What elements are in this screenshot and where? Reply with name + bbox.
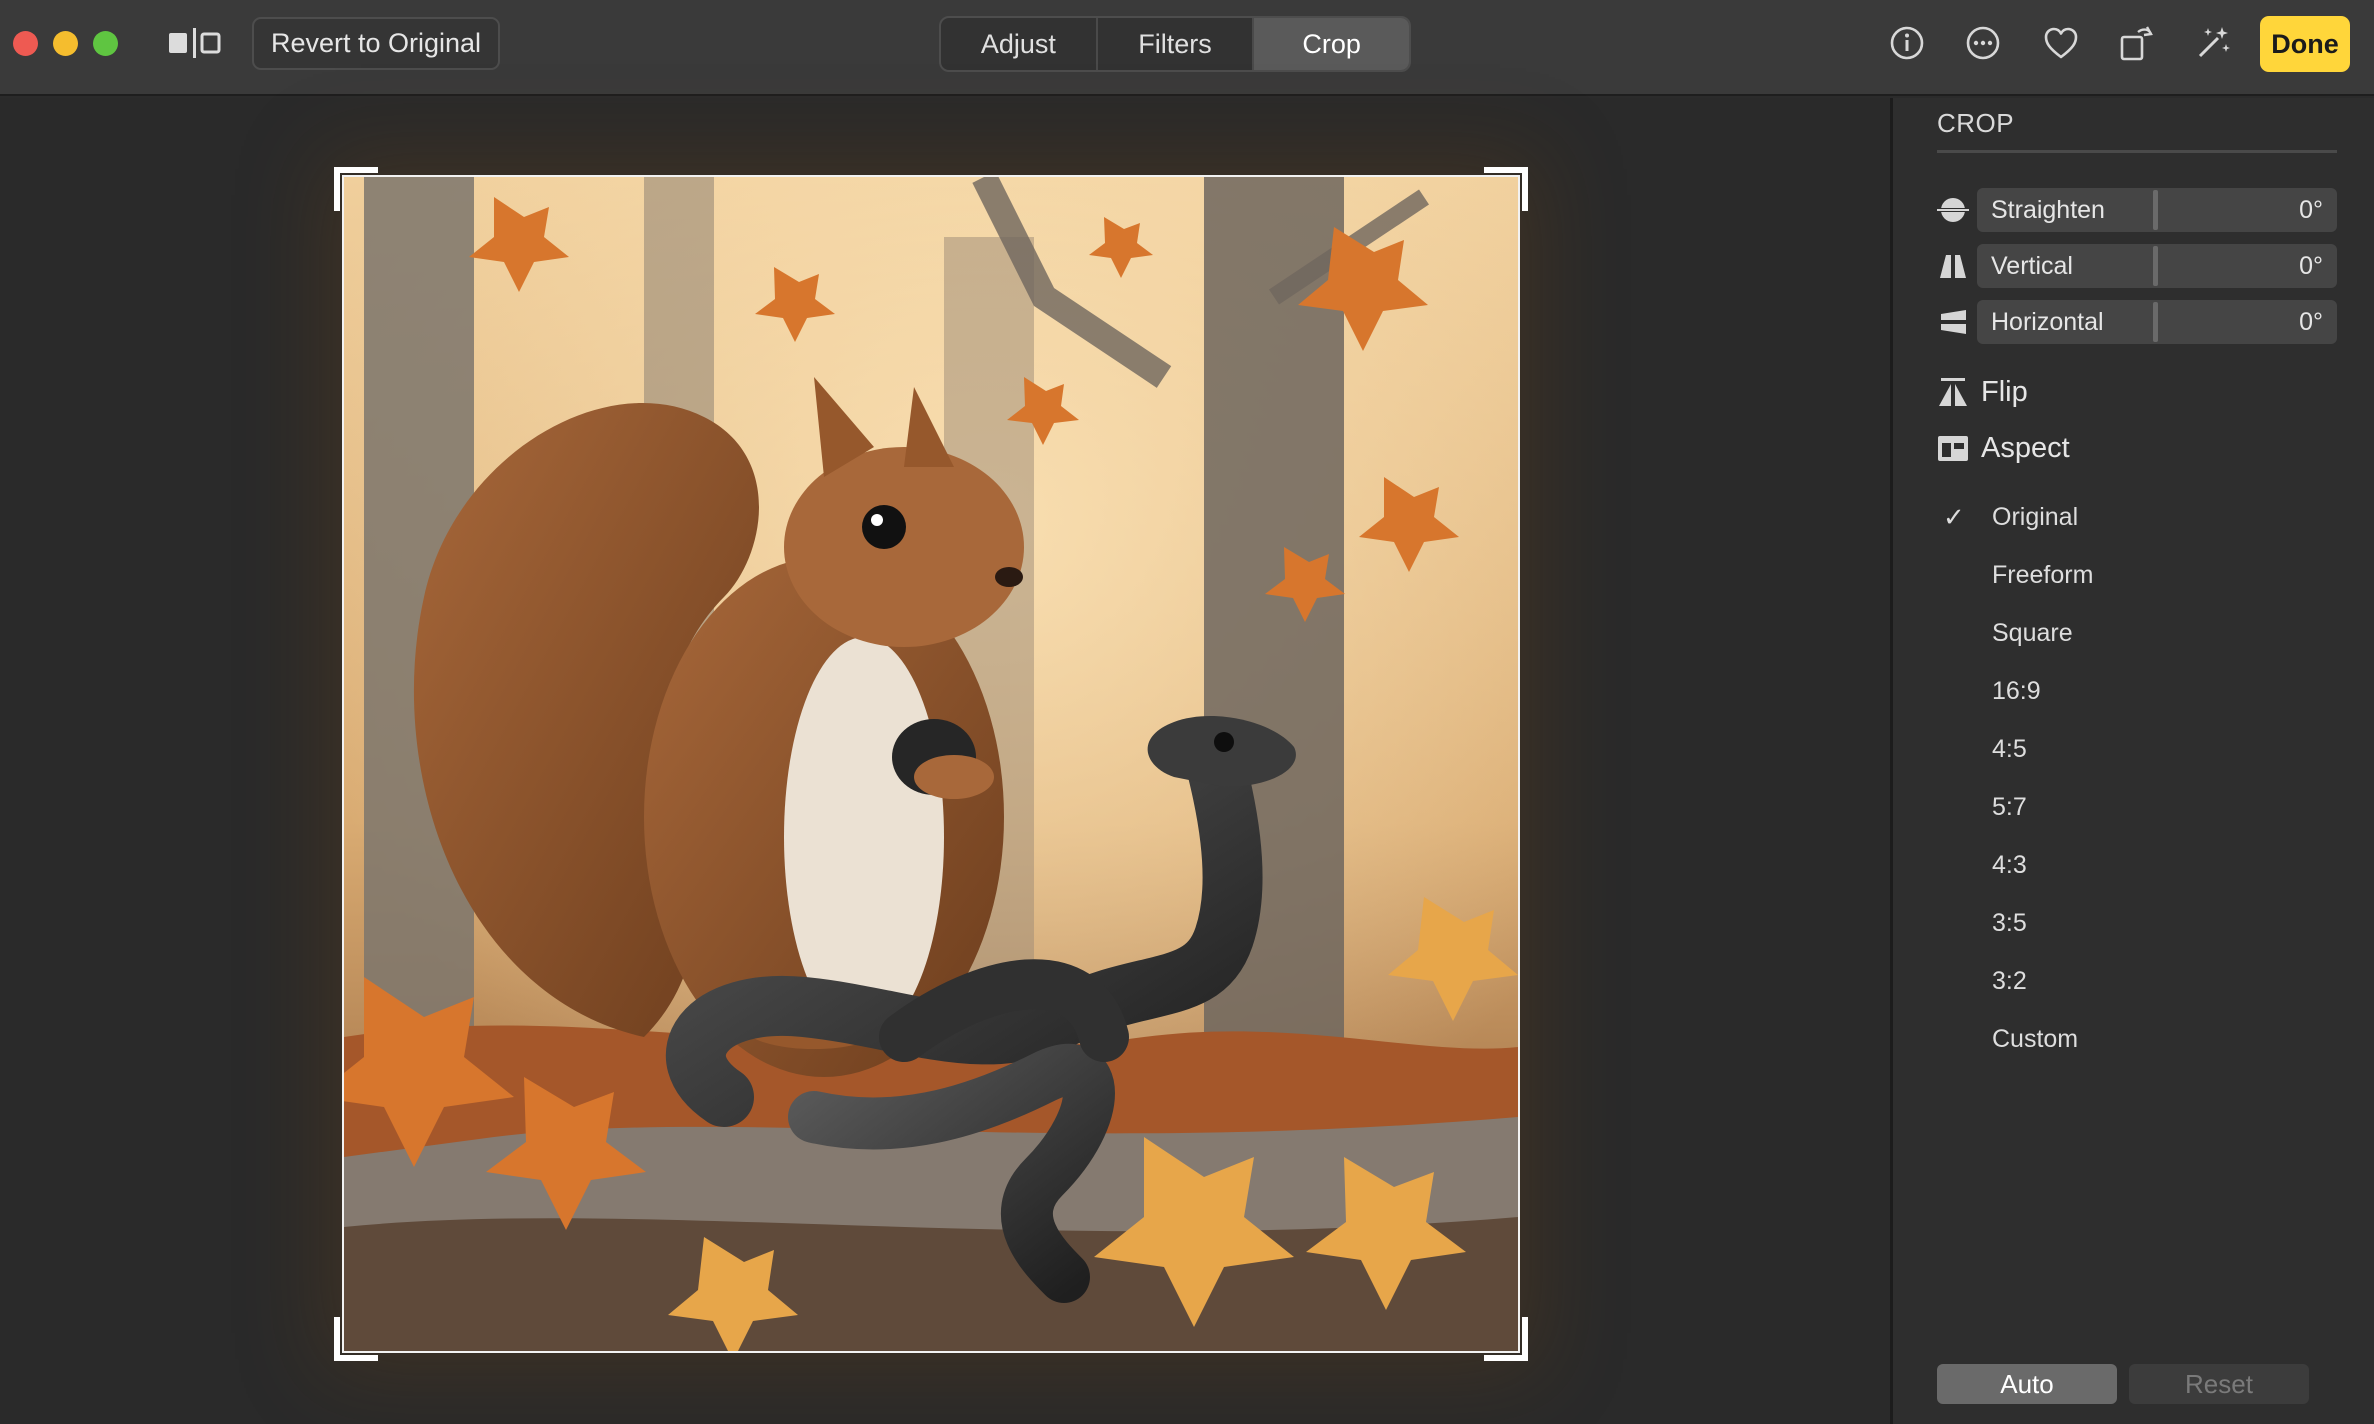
- heart-icon[interactable]: [2040, 22, 2082, 64]
- crop-sidebar: CROP Straighten 0° Vertical 0° Horizonta…: [1890, 98, 2374, 1424]
- crop-handle-top-left[interactable]: [334, 167, 378, 211]
- aspect-options: ✓ Original Freeform Square 16:9 4:5 5:7 …: [1893, 488, 2374, 1068]
- vertical-slider[interactable]: Vertical 0°: [1977, 244, 2337, 288]
- split-view-icon[interactable]: [168, 28, 222, 58]
- aspect-option-label: 3:2: [1992, 966, 2027, 995]
- aspect-option-label: 16:9: [1992, 676, 2041, 705]
- aspect-icon: [1938, 436, 1968, 461]
- crop-handle-bottom-right[interactable]: [1484, 1317, 1528, 1361]
- aspect-option-label: 4:3: [1992, 850, 2027, 879]
- divider: [1937, 150, 2337, 153]
- vertical-value: 0°: [2299, 252, 2323, 280]
- aspect-option-3-2[interactable]: 3:2: [1893, 952, 2374, 1010]
- flip-label: Flip: [1981, 375, 2028, 408]
- toolbar: Revert to Original Adjust Filters Crop D…: [0, 0, 2374, 96]
- aspect-option-square[interactable]: Square: [1893, 604, 2374, 662]
- zoom-window-button[interactable]: [93, 31, 118, 56]
- aspect-option-4-5[interactable]: 4:5: [1893, 720, 2374, 778]
- info-icon[interactable]: [1886, 22, 1928, 64]
- straighten-slider[interactable]: Straighten 0°: [1977, 188, 2337, 232]
- close-window-button[interactable]: [13, 31, 38, 56]
- aspect-option-label: 3:5: [1992, 908, 2027, 937]
- sidebar-title: CROP: [1937, 108, 2015, 138]
- photo-squirrel-and-snake: [342, 175, 1520, 1353]
- aspect-option-label: Freeform: [1992, 560, 2094, 589]
- checkmark-icon: ✓: [1943, 501, 1965, 532]
- straighten-label: Straighten: [1991, 196, 2105, 224]
- vertical-label: Vertical: [1991, 252, 2073, 280]
- crop-frame[interactable]: [334, 167, 1528, 1361]
- aspect-option-4-3[interactable]: 4:3: [1893, 836, 2374, 894]
- aspect-option-16-9[interactable]: 16:9: [1893, 662, 2374, 720]
- tab-crop[interactable]: Crop: [1254, 18, 1409, 70]
- straighten-icon: [1937, 196, 1969, 224]
- straighten-slider-row: Straighten 0°: [1937, 188, 2337, 232]
- crop-handle-top-right[interactable]: [1484, 167, 1528, 211]
- aspect-option-label: 4:5: [1992, 734, 2027, 763]
- horizontal-label: Horizontal: [1991, 308, 2104, 336]
- crop-handle-bottom-left[interactable]: [334, 1317, 378, 1361]
- horizontal-perspective-icon: [1937, 308, 1969, 336]
- aspect-option-custom[interactable]: Custom: [1893, 1010, 2374, 1068]
- tab-adjust[interactable]: Adjust: [941, 18, 1098, 70]
- revert-to-original-button[interactable]: Revert to Original: [252, 17, 500, 70]
- horizontal-slider-row: Horizontal 0°: [1937, 300, 2337, 344]
- aspect-option-label: Original: [1992, 502, 2079, 531]
- horizontal-slider[interactable]: Horizontal 0°: [1977, 300, 2337, 344]
- aspect-option-5-7[interactable]: 5:7: [1893, 778, 2374, 836]
- vertical-slider-row: Vertical 0°: [1937, 244, 2337, 288]
- rotate-icon[interactable]: [2116, 22, 2158, 64]
- aspect-option-freeform[interactable]: Freeform: [1893, 546, 2374, 604]
- aspect-option-label: Custom: [1992, 1024, 2079, 1053]
- aspect-option-3-5[interactable]: 3:5: [1893, 894, 2374, 952]
- aspect-option-original[interactable]: ✓ Original: [1893, 488, 2374, 546]
- edit-mode-tabs: Adjust Filters Crop: [939, 16, 1411, 72]
- aspect-option-label: 5:7: [1992, 792, 2027, 821]
- reset-button[interactable]: Reset: [2129, 1364, 2309, 1404]
- done-button[interactable]: Done: [2260, 16, 2350, 72]
- flip-icon: [1939, 378, 1967, 406]
- minimize-window-button[interactable]: [53, 31, 78, 56]
- slider-center-mark: [2153, 246, 2158, 286]
- slider-center-mark: [2153, 302, 2158, 342]
- more-icon[interactable]: [1962, 22, 2004, 64]
- aspect-label: Aspect: [1981, 431, 2070, 464]
- horizontal-value: 0°: [2299, 308, 2323, 336]
- auto-button[interactable]: Auto: [1937, 1364, 2117, 1404]
- aspect-option-label: Square: [1992, 618, 2073, 647]
- flip-button[interactable]: Flip: [1937, 372, 2028, 412]
- tab-filters[interactable]: Filters: [1098, 18, 1255, 70]
- slider-center-mark: [2153, 190, 2158, 230]
- straighten-value: 0°: [2299, 196, 2323, 224]
- vertical-perspective-icon: [1937, 252, 1969, 280]
- magic-wand-icon[interactable]: [2192, 22, 2234, 64]
- photo-canvas: [0, 98, 1890, 1424]
- aspect-header: Aspect: [1937, 428, 2070, 468]
